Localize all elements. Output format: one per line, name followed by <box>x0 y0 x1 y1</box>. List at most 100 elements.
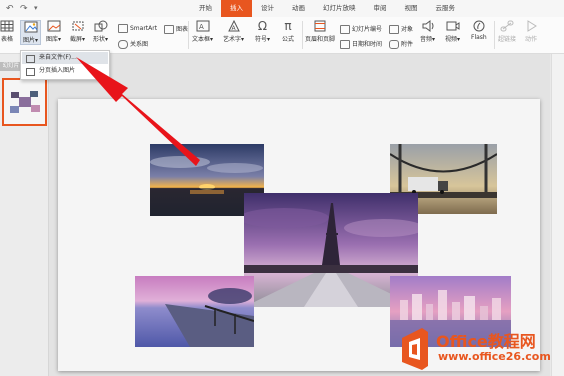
chart-button[interactable]: 图表 <box>164 24 188 34</box>
link-icon <box>500 20 514 32</box>
watermark-logo: Office教程网 www.office26.com <box>398 322 558 372</box>
flash-icon <box>473 20 485 32</box>
slide-thumbnail-preview <box>4 80 45 124</box>
header-footer-icon <box>314 20 326 32</box>
textbox-button[interactable]: A 文本框▾ <box>192 20 213 43</box>
tab-insert[interactable]: 插入 <box>221 0 252 17</box>
picture-button[interactable]: 图片▾ <box>20 20 42 45</box>
screenshot-button[interactable]: 截屏▾ <box>70 20 85 43</box>
video-icon <box>446 21 460 31</box>
relation-button[interactable]: 关系图 <box>118 39 148 49</box>
formula-button[interactable]: π 公式 <box>281 20 295 43</box>
object-icon <box>389 25 399 34</box>
picture-icon <box>24 21 38 33</box>
video-button[interactable]: 视频▾ <box>445 20 460 43</box>
table-label: 表格 <box>0 36 13 43</box>
shapes-icon <box>94 20 108 32</box>
chevron-down-icon: ▾ <box>105 36 109 43</box>
shapes-label: 形状 <box>93 36 106 43</box>
relation-icon <box>118 40 128 49</box>
gallery-label: 图库 <box>46 36 59 43</box>
datetime-button[interactable]: 日期和时间 <box>340 39 382 49</box>
chevron-down-icon: ▾ <box>432 36 436 43</box>
menu-item-from-file[interactable]: 来自文件(F)... <box>22 52 108 64</box>
tab-cloud[interactable]: 云服务 <box>427 0 465 17</box>
tab-slideshow[interactable]: 幻灯片放映 <box>314 0 365 17</box>
wordart-button[interactable]: A 艺术字▾ <box>223 20 244 43</box>
action-button[interactable]: 动作 <box>524 20 538 43</box>
chevron-down-icon: ▾ <box>35 37 39 44</box>
flash-button[interactable]: Flash <box>471 20 487 41</box>
ribbon-tabs: 开始 插入 设计 动画 幻灯片放映 审阅 视图 云服务 <box>190 0 464 17</box>
photo-pier-sea[interactable] <box>135 276 254 347</box>
table-icon <box>0 20 14 32</box>
ribbon-separator <box>302 21 303 49</box>
header-footer-label: 页眉和页脚 <box>305 36 336 43</box>
ribbon-separator <box>188 21 189 49</box>
audio-label: 音频 <box>420 36 433 43</box>
video-label: 视频 <box>445 36 458 43</box>
chart-label: 图表 <box>176 26 189 33</box>
wordart-label: 艺术字 <box>223 36 242 43</box>
screenshot-label: 截屏 <box>70 36 83 43</box>
object-label: 对象 <box>401 26 414 33</box>
symbol-label: 符号 <box>255 36 268 43</box>
paperclip-icon <box>389 40 399 49</box>
chevron-down-icon: ▾ <box>82 36 86 43</box>
hyperlink-label: 超链接 <box>498 36 517 43</box>
ribbon-separator <box>494 21 495 49</box>
picture-label: 图片 <box>23 37 36 44</box>
symbol-button[interactable]: Ω 符号▾ <box>255 20 270 43</box>
slide-number-icon <box>340 25 350 34</box>
menu-item-paged-insert-label: 分页插入图片 <box>39 67 76 74</box>
gallery-icon <box>47 20 61 32</box>
smartart-label: SmartArt <box>130 25 158 32</box>
scissors-icon <box>72 21 84 31</box>
title-bar: ↶ ↷ ▾ 开始 插入 设计 动画 幻灯片放映 审阅 视图 云服务 <box>0 0 564 18</box>
textbox-label: 文本框 <box>192 36 211 43</box>
tab-design[interactable]: 设计 <box>252 0 283 17</box>
attachment-button[interactable]: 附件 <box>389 39 413 49</box>
audio-button[interactable]: 音频▾ <box>420 20 435 43</box>
tab-review[interactable]: 审阅 <box>365 0 396 17</box>
picture-dropdown-menu: 来自文件(F)... 分页插入图片 <box>20 50 110 80</box>
tab-start[interactable]: 开始 <box>190 0 221 17</box>
slide-thumbnail[interactable] <box>2 78 47 126</box>
speaker-icon <box>422 20 434 32</box>
relation-label: 关系图 <box>130 41 149 48</box>
header-footer-button[interactable]: 页眉和页脚 <box>305 20 335 43</box>
wordart-icon: A <box>227 20 240 32</box>
smartart-button[interactable]: SmartArt <box>118 24 157 33</box>
chevron-down-icon: ▾ <box>210 36 214 43</box>
menu-item-paged-insert[interactable]: 分页插入图片 <box>22 65 108 77</box>
multi-picture-icon <box>26 68 35 76</box>
textbox-icon: A <box>196 20 210 32</box>
slide-number-label: 幻灯片编号 <box>352 26 383 33</box>
shapes-button[interactable]: 形状▾ <box>93 20 108 43</box>
tab-view[interactable]: 视图 <box>396 0 427 17</box>
datetime-label: 日期和时间 <box>352 41 383 48</box>
watermark-brand: Office教程网 <box>436 332 536 351</box>
undo-icon[interactable]: ↶ <box>6 4 14 14</box>
gallery-button[interactable]: 图库▾ <box>46 20 61 43</box>
smartart-icon <box>118 24 128 33</box>
object-button[interactable]: 对象 <box>389 24 413 34</box>
menu-item-from-file-label: 来自文件(F)... <box>39 54 77 61</box>
hyperlink-button[interactable]: 超链接 <box>498 20 516 43</box>
svg-text:A: A <box>199 23 204 31</box>
chevron-down-icon: ▾ <box>58 36 62 43</box>
slide-number-button[interactable]: 幻灯片编号 <box>340 24 382 34</box>
picture-icon <box>26 55 35 63</box>
action-icon <box>527 20 537 32</box>
omega-icon: Ω <box>257 19 268 33</box>
table-button[interactable]: 表格 <box>0 20 14 43</box>
chevron-down-icon: ▾ <box>457 36 461 43</box>
action-label: 动作 <box>524 36 537 43</box>
quick-access-dropdown-icon[interactable]: ▾ <box>34 4 38 12</box>
flash-label: Flash <box>471 34 487 41</box>
redo-icon[interactable]: ↷ <box>20 4 28 14</box>
chevron-down-icon: ▾ <box>267 36 271 43</box>
formula-label: 公式 <box>281 36 294 43</box>
tab-animation[interactable]: 动画 <box>283 0 314 17</box>
slide-panel-header[interactable]: 幻灯片 <box>0 62 22 71</box>
